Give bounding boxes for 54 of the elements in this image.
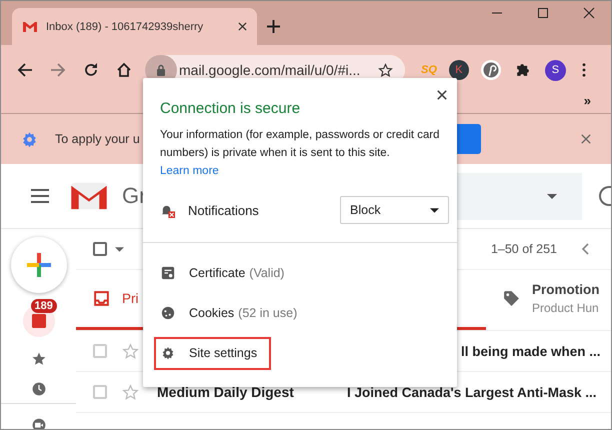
permission-label: Notifications bbox=[188, 202, 259, 218]
popup-menu-item[interactable]: Cookies (52 in use) bbox=[154, 296, 312, 330]
category-tab[interactable]: Promotion Product Hun bbox=[486, 270, 600, 330]
row-checkbox[interactable] bbox=[93, 344, 107, 358]
popup-menu-item[interactable]: Certificate (Valid) bbox=[154, 256, 298, 290]
home-icon[interactable] bbox=[116, 62, 132, 78]
close-icon[interactable] bbox=[437, 90, 447, 100]
bookmarks-more-button[interactable]: » bbox=[584, 95, 591, 107]
email-subject: I Joined Canada's Largest Anti-Mask ... bbox=[347, 384, 597, 400]
clock-icon[interactable] bbox=[30, 381, 46, 397]
settings-icon bbox=[161, 346, 175, 360]
plus-icon bbox=[26, 253, 50, 277]
permission-dropdown[interactable]: Block bbox=[340, 196, 449, 224]
star-icon[interactable] bbox=[30, 351, 46, 367]
help-icon[interactable] bbox=[599, 186, 611, 206]
unread-badge: 189 bbox=[30, 299, 57, 313]
email-subject: ll being made when ... bbox=[461, 344, 601, 358]
sender-name: Medium Daily Digest bbox=[157, 384, 294, 400]
popup-title: Connection is secure bbox=[160, 100, 302, 117]
star-icon[interactable] bbox=[122, 342, 139, 360]
certificate-icon bbox=[161, 266, 175, 280]
close-icon[interactable] bbox=[583, 7, 595, 19]
select-checkbox[interactable] bbox=[93, 242, 107, 256]
back-arrow-icon[interactable] bbox=[17, 62, 33, 78]
gmail-logo-icon bbox=[70, 182, 108, 210]
menu-icon[interactable] bbox=[31, 189, 49, 203]
forward-arrow-icon[interactable] bbox=[50, 62, 66, 78]
close-icon[interactable] bbox=[238, 22, 247, 31]
dropdown-caret-icon bbox=[430, 208, 439, 212]
star-icon[interactable] bbox=[122, 384, 139, 400]
settings-icon bbox=[21, 130, 38, 148]
star-icon[interactable] bbox=[378, 62, 393, 78]
compose-button[interactable] bbox=[10, 237, 66, 293]
popup-description: Your information (for example, passwords or credit card numbers) is private when it is sent to this site. bbox=[160, 128, 440, 161]
learn-more-link[interactable]: Learn more bbox=[160, 165, 219, 177]
lock-icon[interactable] bbox=[156, 64, 166, 76]
dropdown-caret-icon[interactable] bbox=[115, 246, 124, 252]
cookie-icon bbox=[161, 306, 175, 320]
tag-icon bbox=[503, 290, 520, 307]
maximize-icon[interactable] bbox=[537, 7, 549, 19]
row-checkbox[interactable] bbox=[93, 385, 107, 399]
popup-menu-item[interactable]: Site settings bbox=[154, 336, 272, 370]
browser-tab[interactable]: Inbox (189) - 1061742939sherry bbox=[12, 8, 257, 45]
new-tab-icon[interactable] bbox=[267, 20, 280, 33]
pin-extension-icon[interactable] bbox=[480, 60, 501, 80]
reload-icon[interactable] bbox=[83, 62, 99, 78]
dropdown-caret-icon[interactable] bbox=[547, 194, 557, 198]
url-text: mail.google.com/mail/u/0/#i... bbox=[179, 62, 362, 78]
chevron-left-icon[interactable] bbox=[581, 243, 589, 255]
menu-icon[interactable] bbox=[582, 63, 586, 77]
mail-logo-icon bbox=[22, 20, 38, 32]
profile-avatar[interactable]: S bbox=[544, 60, 566, 80]
infobar-message: To apply your u bbox=[55, 132, 140, 146]
pagination-text: 1–50 of 251 bbox=[490, 242, 557, 256]
